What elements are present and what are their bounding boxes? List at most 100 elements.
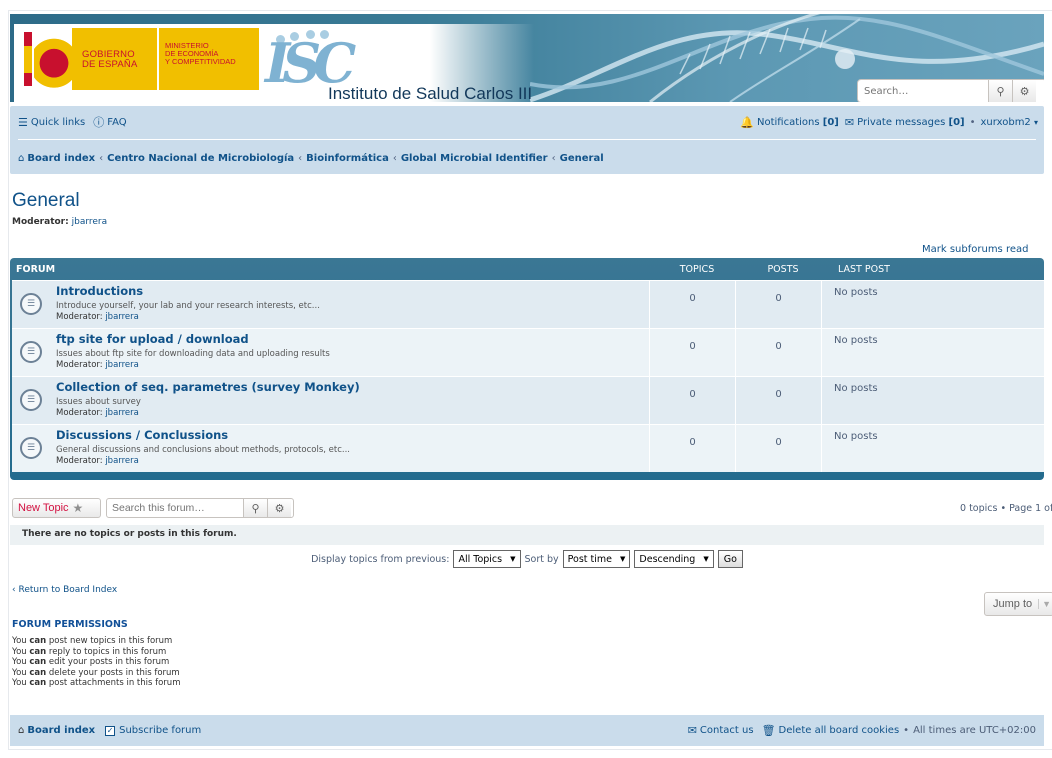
posts-count: 0	[736, 377, 822, 424]
breadcrumb-board-index[interactable]: Board index	[27, 153, 95, 164]
forum-text: Introductions Introduce yourself, your l…	[56, 285, 320, 323]
return-label: Return to Board Index	[18, 585, 118, 595]
sort-by-label: Sort by	[524, 553, 559, 565]
forum-title-link[interactable]: Collection of seq. parametres (survey Mo…	[56, 381, 360, 394]
last-post: No posts	[834, 335, 878, 346]
permission-can: can	[29, 646, 47, 657]
forum-search: ⚲ ⚙	[106, 498, 294, 518]
subscribe-forum-link[interactable]: ✓ Subscribe forum	[105, 725, 201, 736]
new-topic-button[interactable]: New Topic ★	[12, 498, 101, 518]
display-from-label: Display topics from previous:	[311, 553, 450, 565]
forum-title-link[interactable]: Introductions	[56, 285, 320, 298]
coat-of-arms-icon	[34, 28, 74, 92]
quick-links-menu[interactable]: ☰ Quick links	[18, 116, 85, 129]
bell-icon: 🔔	[740, 115, 754, 129]
envelope-icon: ✉	[844, 115, 855, 129]
forum-cell: ☰ Discussions / Conclussions General dis…	[12, 425, 650, 472]
moderator-label: Moderator:	[56, 408, 103, 418]
forum-moderator: Moderator: jbarrera	[56, 312, 320, 323]
breadcrumb-separator: ‹	[99, 153, 104, 164]
mark-subforums-read-link[interactable]: Mark subforums read	[922, 244, 1052, 255]
contact-us-link[interactable]: ✉ Contact us	[688, 724, 754, 737]
permission-can: can	[29, 678, 47, 688]
header-last-post: LAST POST	[838, 263, 890, 275]
forum-read-icon: ☰	[20, 389, 42, 411]
advanced-search-button[interactable]: ⚙	[1012, 80, 1036, 102]
posts-count: 0	[736, 425, 822, 472]
moderator-link[interactable]: jbarrera	[105, 456, 139, 466]
permission-item: You can post new topics in this forum	[12, 636, 180, 647]
permission-text: post new topics in this forum	[48, 636, 173, 646]
sort-order-select[interactable]: Descending ▼	[634, 550, 714, 568]
forum-text: ftp site for upload / download Issues ab…	[56, 333, 330, 371]
forum-title-link[interactable]: ftp site for upload / download	[56, 333, 330, 346]
home-icon: ⌂	[18, 153, 25, 164]
footer-board-index-link[interactable]: Board index	[27, 725, 95, 736]
private-messages-link[interactable]: ✉ Private messages [0]	[845, 116, 965, 129]
moderator-link[interactable]: jbarrera	[105, 360, 139, 370]
forum-moderator: Moderator: jbarrera	[56, 408, 360, 419]
faq-link[interactable]: ⓘ FAQ	[93, 114, 126, 130]
search-button[interactable]: ⚲	[988, 80, 1012, 102]
posts-count: 0	[736, 329, 822, 376]
breadcrumb-separator: ‹	[298, 153, 303, 164]
site-title[interactable]: Instituto de Salud Carlos III	[328, 84, 532, 102]
display-options-bar: Display topics from previous: All Topics…	[10, 548, 1044, 570]
return-to-board-index-link[interactable]: ‹ Return to Board Index	[12, 585, 117, 595]
breadcrumb-gmi[interactable]: Global Microbial Identifier	[401, 153, 548, 164]
trash-icon: 🗑	[761, 724, 776, 737]
forum-advanced-search-button[interactable]: ⚙	[267, 499, 291, 517]
permission-text: edit your posts in this forum	[48, 657, 170, 667]
moderator-label: Moderator:	[56, 360, 103, 370]
permission-text: post attachments in this forum	[48, 678, 181, 688]
caret-down-icon: ▼	[1038, 599, 1051, 609]
checkbox-icon: ✓	[105, 725, 116, 736]
last-post: No posts	[834, 431, 878, 442]
permission-prefix: You	[12, 678, 27, 688]
contact-label: Contact us	[699, 725, 754, 736]
permission-prefix: You	[12, 667, 27, 678]
moderator-link[interactable]: jbarrera	[105, 408, 139, 418]
search-input[interactable]	[858, 80, 988, 102]
star-icon: ★	[72, 501, 84, 515]
site-header: GOBIERNO DE ESPAÑA MINISTERIO DE ECONOMÍ…	[10, 14, 1044, 102]
government-logo: GOBIERNO DE ESPAÑA	[72, 28, 157, 90]
page-title[interactable]: General	[12, 190, 80, 212]
gear-icon: ⚙	[1019, 84, 1030, 98]
forum-row: ☰ ftp site for upload / download Issues …	[12, 328, 1044, 376]
breadcrumb-bioinformatica[interactable]: Bioinformática	[306, 153, 389, 164]
user-menu[interactable]: xurxobm2 ▾	[981, 117, 1038, 128]
forum-link-icon: ☰	[20, 437, 42, 459]
isc-logo[interactable]: ISC	[265, 36, 356, 90]
private-messages-label: Private messages	[857, 116, 946, 128]
caret-down-icon: ▼	[620, 555, 626, 563]
header-search: ⚲ ⚙	[857, 79, 1044, 102]
pagination-info: 0 topics • Page 1 of 1	[960, 503, 1052, 514]
permission-prefix: You	[12, 646, 27, 657]
search-icon: ⚲	[251, 501, 260, 515]
breadcrumb-cnm[interactable]: Centro Nacional de Microbiología	[107, 153, 294, 164]
spain-flag	[24, 32, 32, 86]
delete-cookies-link[interactable]: 🗑 Delete all board cookies	[762, 724, 900, 737]
jump-to-button[interactable]: Jump to ▼	[984, 592, 1052, 616]
forum-title-link[interactable]: Discussions / Conclussions	[56, 429, 350, 442]
moderator-link[interactable]: jbarrera	[105, 312, 139, 322]
topics-count: 0	[650, 377, 736, 424]
forum-search-input[interactable]	[107, 499, 243, 517]
notifications-link[interactable]: 🔔 Notifications [0]	[740, 116, 839, 129]
go-button[interactable]: Go	[717, 550, 743, 568]
moderator-label: Moderator:	[56, 456, 103, 466]
gov-line2: DE ESPAÑA	[82, 59, 138, 70]
topics-count: 0	[650, 425, 736, 472]
forum-permissions-title: FORUM PERMISSIONS	[12, 619, 128, 630]
permission-prefix: You	[12, 636, 27, 646]
footer-navbar: ⌂ Board index ✓ Subscribe forum ✉ Contac…	[10, 715, 1044, 746]
forum-row: ☰ Introductions Introduce yourself, your…	[12, 280, 1044, 328]
forum-search-button[interactable]: ⚲	[243, 499, 267, 517]
moderator-link[interactable]: jbarrera	[72, 217, 108, 227]
last-post: No posts	[834, 383, 878, 394]
sort-by-select[interactable]: Post time ▼	[562, 550, 631, 568]
display-from-select[interactable]: All Topics ▼	[453, 550, 521, 568]
caret-down-icon: ▼	[703, 555, 709, 563]
breadcrumb-general[interactable]: General	[560, 153, 604, 164]
